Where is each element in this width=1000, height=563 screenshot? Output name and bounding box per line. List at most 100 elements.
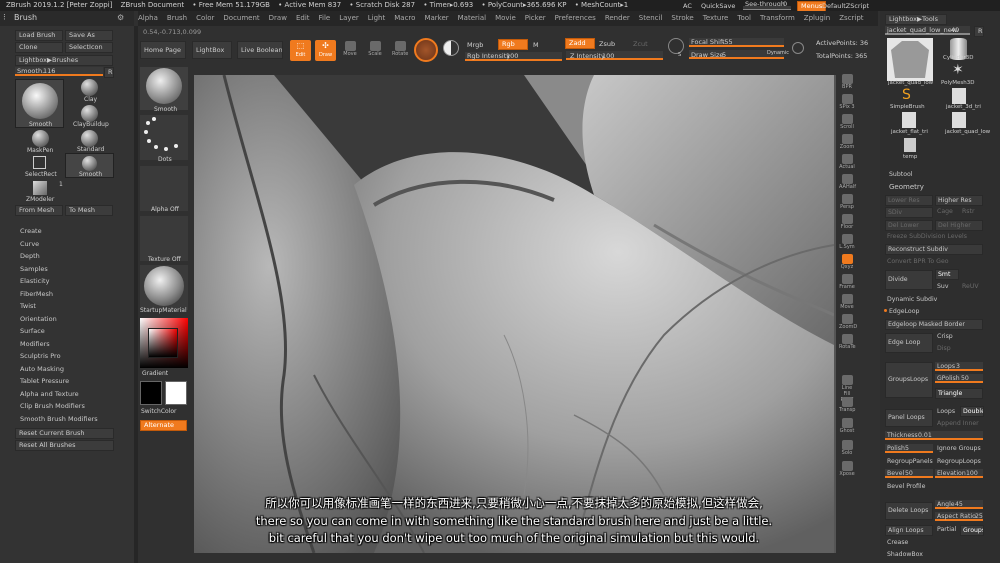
brush-submenu-item[interactable]: Surface: [20, 325, 130, 338]
append-inner-button[interactable]: Append Inner: [937, 419, 979, 428]
zsub-button[interactable]: Zsub: [599, 40, 615, 48]
brush-submenu-item[interactable]: Modifiers: [20, 338, 130, 351]
tool-thumb-jacket[interactable]: [887, 38, 933, 81]
geometry-menu[interactable]: Geometry: [889, 183, 924, 192]
shelf-button-qxyz[interactable]: Qxyz: [839, 254, 855, 272]
shelf-button-actual[interactable]: Actual: [839, 154, 855, 172]
shelf-button-transp[interactable]: Transp: [839, 396, 855, 415]
cage-button[interactable]: Cage: [937, 207, 953, 216]
groups-button[interactable]: Groups: [960, 525, 984, 536]
brush-submenu-item[interactable]: Depth: [20, 250, 130, 263]
zcut-button[interactable]: Zcut: [633, 40, 648, 48]
menu-item-macro[interactable]: Macro: [394, 14, 415, 22]
menu-item-render[interactable]: Render: [605, 14, 630, 22]
partial-button[interactable]: Partial: [937, 525, 956, 534]
menu-item-zplugin[interactable]: Zplugin: [804, 14, 830, 22]
del-lower-button[interactable]: Del Lower: [885, 220, 933, 231]
scale-button[interactable]: Scale: [367, 41, 383, 59]
align-loops-button[interactable]: Align Loops: [885, 525, 933, 536]
save-as-button[interactable]: Save As: [65, 30, 113, 41]
texture-slot[interactable]: [140, 216, 188, 261]
simplebrush-icon[interactable]: S: [902, 87, 911, 103]
see-through-slider[interactable]: [743, 6, 791, 10]
jacket-model-render[interactable]: [194, 75, 834, 553]
lightbox-button[interactable]: LightBox: [192, 41, 232, 59]
lightbox-tools-button[interactable]: Lightbox▶Tools: [885, 14, 947, 25]
brush-palette-title[interactable]: Brush: [14, 13, 37, 22]
brush-submenu-item[interactable]: Elasticity: [20, 275, 130, 288]
tool-r-button[interactable]: R: [974, 26, 984, 37]
edge-loop-button[interactable]: Edge Loop: [885, 333, 933, 353]
shelf-button-l-sym[interactable]: L.Sym: [839, 234, 855, 252]
settings-icon[interactable]: ⚙: [117, 13, 124, 22]
double-button[interactable]: Double: [960, 406, 984, 417]
quicksave-button[interactable]: QuickSave: [701, 2, 735, 10]
shelf-button-frame[interactable]: Frame: [839, 274, 855, 292]
palette-handle-icon[interactable]: ⁝: [3, 13, 6, 23]
brush-submenu-item[interactable]: Smooth Brush Modifiers: [20, 413, 130, 426]
menu-item-marker[interactable]: Marker: [424, 14, 448, 22]
shelf-button-line-fill-polyf[interactable]: Line Fill PolyF: [839, 375, 855, 403]
alpha-slot[interactable]: [140, 166, 188, 211]
suv-button[interactable]: Suv: [937, 282, 949, 291]
material-ball-icon[interactable]: [414, 38, 438, 62]
crease-menu[interactable]: Crease: [887, 538, 908, 547]
brush-submenu-item[interactable]: Auto Masking: [20, 363, 130, 376]
mrgb-button[interactable]: Mrgb: [467, 41, 483, 49]
brush-submenu-item[interactable]: Tablet Pressure: [20, 375, 130, 388]
stroke-slot[interactable]: [140, 115, 188, 160]
menu-item-edit[interactable]: Edit: [296, 14, 310, 22]
menu-item-tool[interactable]: Tool: [737, 14, 751, 22]
from-mesh-button[interactable]: From Mesh: [15, 205, 63, 216]
regroup-panels-button[interactable]: RegroupPanels: [887, 457, 933, 466]
draw-button[interactable]: ✣ Draw: [315, 40, 336, 61]
menu-item-stencil[interactable]: Stencil: [639, 14, 663, 22]
brush-submenu-item[interactable]: Orientation: [20, 313, 130, 326]
shelf-button-zoom[interactable]: Zoom: [839, 134, 855, 152]
groups-loops-button[interactable]: GroupsLoops: [885, 362, 933, 398]
panel-loops-button[interactable]: Panel Loops: [885, 409, 933, 427]
bevel-profile-button[interactable]: Bevel Profile: [887, 482, 925, 491]
select-icon-button[interactable]: SelectIcon: [65, 42, 113, 53]
menu-item-preferences[interactable]: Preferences: [555, 14, 596, 22]
dynamic-button[interactable]: Dynamic: [767, 50, 789, 56]
current-brush-slot[interactable]: [140, 67, 188, 110]
move-button[interactable]: Move: [342, 41, 358, 59]
shelf-button-zoomd[interactable]: ZoomD: [839, 314, 857, 332]
smt-button[interactable]: Smt: [935, 269, 959, 280]
shelf-button-solo[interactable]: Solo: [839, 439, 855, 458]
shelf-button-spix-3[interactable]: SPix 3: [839, 94, 855, 112]
live-boolean-button[interactable]: Live Boolean: [237, 41, 283, 59]
freeze-subdiv-button[interactable]: Freeze SubDivision Levels: [887, 232, 967, 241]
brush-submenu-item[interactable]: Sculptris Pro: [20, 350, 130, 363]
standard-brush-icon[interactable]: [81, 130, 98, 147]
brush-submenu-item[interactable]: FiberMesh: [20, 288, 130, 301]
regroup-loops-button[interactable]: RegroupLoops: [937, 457, 981, 466]
menu-item-draw[interactable]: Draw: [269, 14, 287, 22]
edgeloop-menu[interactable]: EdgeLoop: [889, 307, 919, 316]
convert-bpr-button[interactable]: Convert BPR To Geo: [887, 257, 949, 266]
zmodeler-brush-icon[interactable]: [33, 181, 47, 195]
jacket-3d-tri-icon[interactable]: [952, 88, 966, 104]
reset-current-brush-button[interactable]: Reset Current Brush: [15, 428, 114, 439]
menu-item-texture[interactable]: Texture: [703, 14, 729, 22]
brush-submenu-item[interactable]: Clip Brush Modifiers: [20, 400, 130, 413]
shelf-button-bpr[interactable]: BPR: [839, 74, 855, 92]
menu-item-file[interactable]: File: [319, 14, 331, 22]
clay-brush-icon[interactable]: [81, 79, 98, 96]
claybuildup-brush-icon[interactable]: [81, 105, 98, 122]
menu-item-document[interactable]: Document: [223, 14, 259, 22]
main-color-swatch[interactable]: [165, 381, 187, 405]
menu-item-layer[interactable]: Layer: [339, 14, 359, 22]
home-page-button[interactable]: Home Page: [140, 41, 186, 59]
shelf-button-ghost[interactable]: Ghost: [839, 418, 855, 436]
menu-item-alpha[interactable]: Alpha: [138, 14, 158, 22]
brush-submenu-item[interactable]: Twist: [20, 300, 130, 313]
temp-icon[interactable]: [904, 138, 916, 152]
brush-submenu-item[interactable]: Curve: [20, 238, 130, 251]
shelf-button-move[interactable]: Move: [839, 294, 855, 312]
reconstruct-subdiv-button[interactable]: Reconstruct Subdiv: [885, 244, 983, 255]
edit-button[interactable]: ⬚ Edit: [290, 40, 311, 61]
jacket-quad-low-icon[interactable]: [952, 112, 966, 128]
menu-item-material[interactable]: Material: [458, 14, 486, 22]
